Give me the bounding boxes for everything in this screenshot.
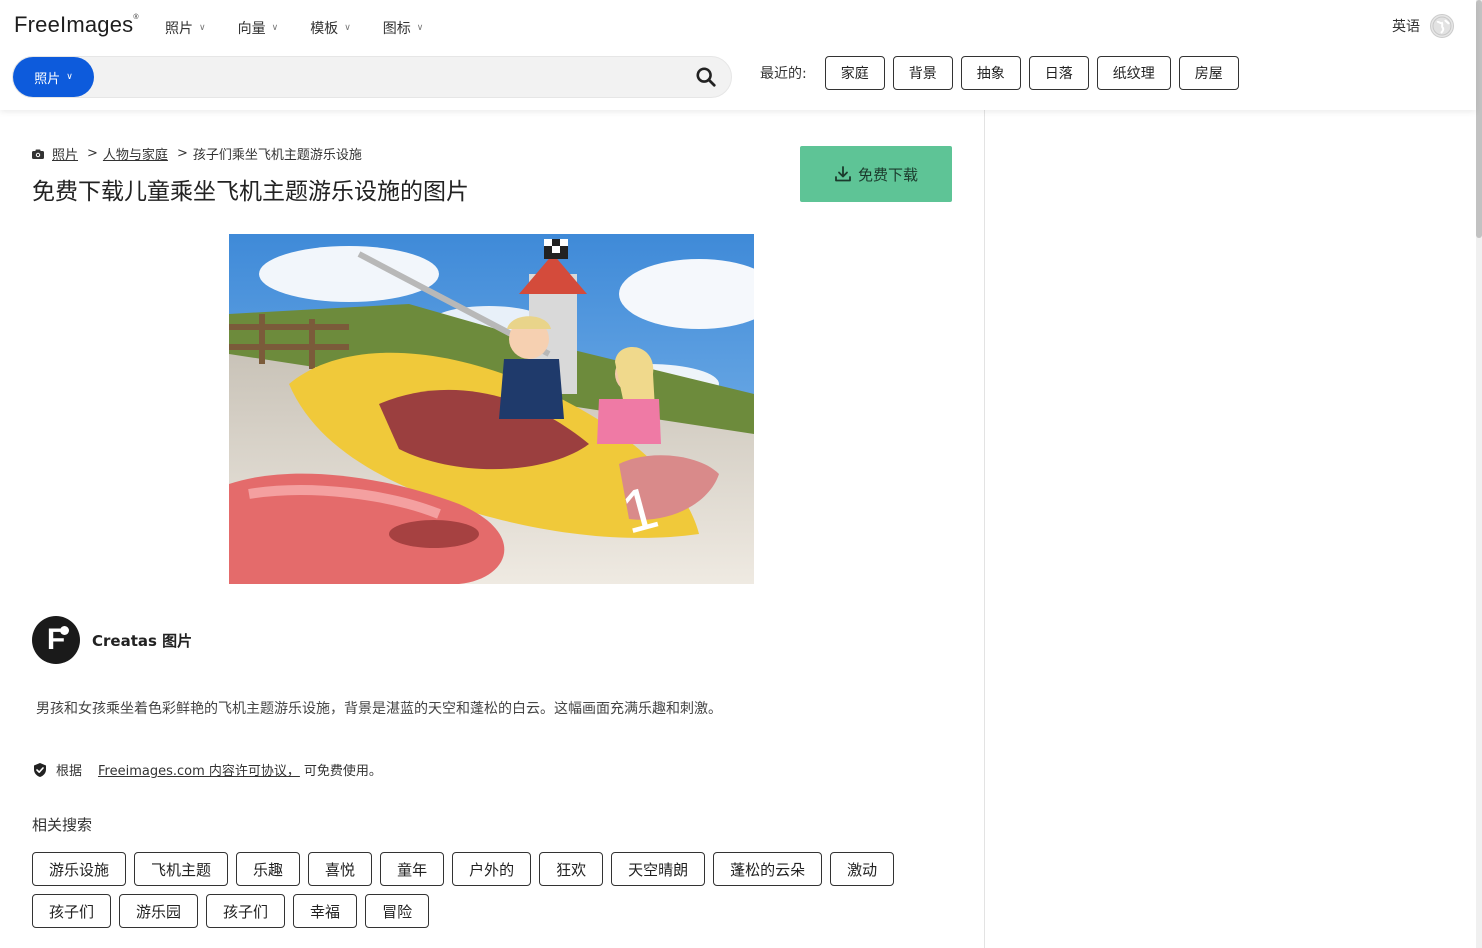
recent-label: 最近的: (760, 66, 807, 82)
search-input[interactable] (103, 61, 683, 93)
avatar[interactable]: F (32, 616, 80, 664)
scrollbar[interactable] (1476, 0, 1482, 948)
search-bar: 照片 ∨ (12, 56, 732, 98)
related-tag[interactable]: 幸福 (293, 894, 358, 928)
main-content: 照片 > 人物与家庭 > 孩子们乘坐飞机主题游乐设施 免费下载儿童乘坐飞机主题游… (0, 110, 984, 948)
sidebar-divider (984, 110, 985, 948)
recent-chip[interactable]: 纸纹理 (1096, 56, 1171, 90)
site-header: FreeImages® 照片 ∨ 向量 ∨ 模板 ∨ 图标 ∨ 英语 照片 ∨ 最近的 (0, 0, 1476, 110)
related-tags: 游乐设施 飞机主题 乐趣 喜悦 童年 户外的 狂欢 天空晴朗 蓬松的云朵 激动 … (32, 852, 952, 936)
related-tag[interactable]: 童年 (380, 852, 445, 886)
search-type-dropdown[interactable]: 照片 ∨ (13, 57, 94, 97)
photo-description: 男孩和女孩乘坐着色彩鲜艳的飞机主题游乐设施，背景是湛蓝的天空和蓬松的白云。这幅画… (36, 701, 722, 717)
recent-chip[interactable]: 抽象 (960, 56, 1021, 90)
nav-photos[interactable]: 照片 ∨ (165, 18, 206, 38)
license-link[interactable]: Freeimages.com 内容许可协议， (98, 760, 300, 779)
breadcrumb-separator: > (87, 146, 98, 161)
search-icon[interactable] (695, 66, 717, 88)
related-tag[interactable]: 激动 (830, 852, 895, 886)
related-tag[interactable]: 冒险 (365, 894, 430, 928)
page-title: 免费下载儿童乘坐飞机主题游乐设施的图片 (32, 179, 469, 205)
related-tag[interactable]: 飞机主题 (134, 852, 229, 886)
related-tag[interactable]: 乐趣 (236, 852, 301, 886)
breadcrumb-people-family[interactable]: 人物与家庭 (103, 144, 168, 163)
related-tag[interactable]: 喜悦 (308, 852, 373, 886)
scrollbar-thumb[interactable] (1476, 0, 1482, 238)
breadcrumb: 照片 > 人物与家庭 > 孩子们乘坐飞机主题游乐设施 (32, 144, 362, 163)
related-tag[interactable]: 游乐园 (119, 894, 199, 928)
related-searches-label: 相关搜索 (32, 816, 93, 834)
author-info[interactable]: F Creatas 图片 (32, 616, 192, 664)
related-tag[interactable]: 天空晴朗 (611, 852, 706, 886)
recent-chip[interactable]: 日落 (1028, 56, 1089, 90)
recent-chip[interactable]: 房屋 (1178, 56, 1239, 90)
chevron-down-icon: ∨ (344, 23, 351, 33)
freeimages-logo[interactable]: FreeImages® (14, 12, 139, 38)
recent-chip[interactable]: 背景 (892, 56, 953, 90)
breadcrumb-separator: > (176, 146, 188, 161)
main-nav: 照片 ∨ 向量 ∨ 模板 ∨ 图标 ∨ (165, 18, 455, 38)
globe-icon (1430, 14, 1454, 38)
related-tag[interactable]: 户外的 (452, 852, 532, 886)
breadcrumb-current: 孩子们乘坐飞机主题游乐设施 (192, 148, 362, 163)
related-tag[interactable]: 孩子们 (32, 894, 112, 928)
free-download-button[interactable]: 免费下载 (800, 146, 952, 202)
related-tag[interactable]: 孩子们 (206, 894, 286, 928)
chevron-down-icon: ∨ (199, 23, 206, 33)
chevron-down-icon: ∨ (66, 72, 73, 82)
language-selector[interactable]: 英语 (1392, 14, 1454, 38)
breadcrumb-photos[interactable]: 照片 (52, 144, 78, 163)
author-name[interactable]: Creatas 图片 (92, 630, 192, 651)
related-tag[interactable]: 狂欢 (539, 852, 604, 886)
shield-check-icon (34, 762, 46, 777)
related-tag[interactable]: 蓬松的云朵 (713, 852, 823, 886)
camera-icon (32, 149, 44, 159)
license-prefix: 根据 (56, 764, 83, 779)
recent-chip[interactable]: 家庭 (824, 56, 885, 90)
nav-icons[interactable]: 图标 ∨ (383, 18, 424, 38)
related-tag[interactable]: 游乐设施 (32, 852, 127, 886)
recent-searches: 最近的: 家庭 背景 抽象 日落 纸纹理 房屋 (760, 56, 1247, 90)
language-label: 英语 (1392, 19, 1420, 35)
license-notice: 根据 Freeimages.com 内容许可协议， 可免费使用。 (32, 760, 382, 779)
main-photo[interactable]: 1 (229, 234, 754, 584)
download-icon (835, 166, 851, 182)
nav-vectors[interactable]: 向量 ∨ (238, 18, 279, 38)
chevron-down-icon: ∨ (271, 23, 279, 33)
chevron-down-icon: ∨ (416, 23, 424, 33)
license-suffix: 可免费使用。 (303, 764, 382, 779)
nav-templates[interactable]: 模板 ∨ (310, 18, 351, 38)
